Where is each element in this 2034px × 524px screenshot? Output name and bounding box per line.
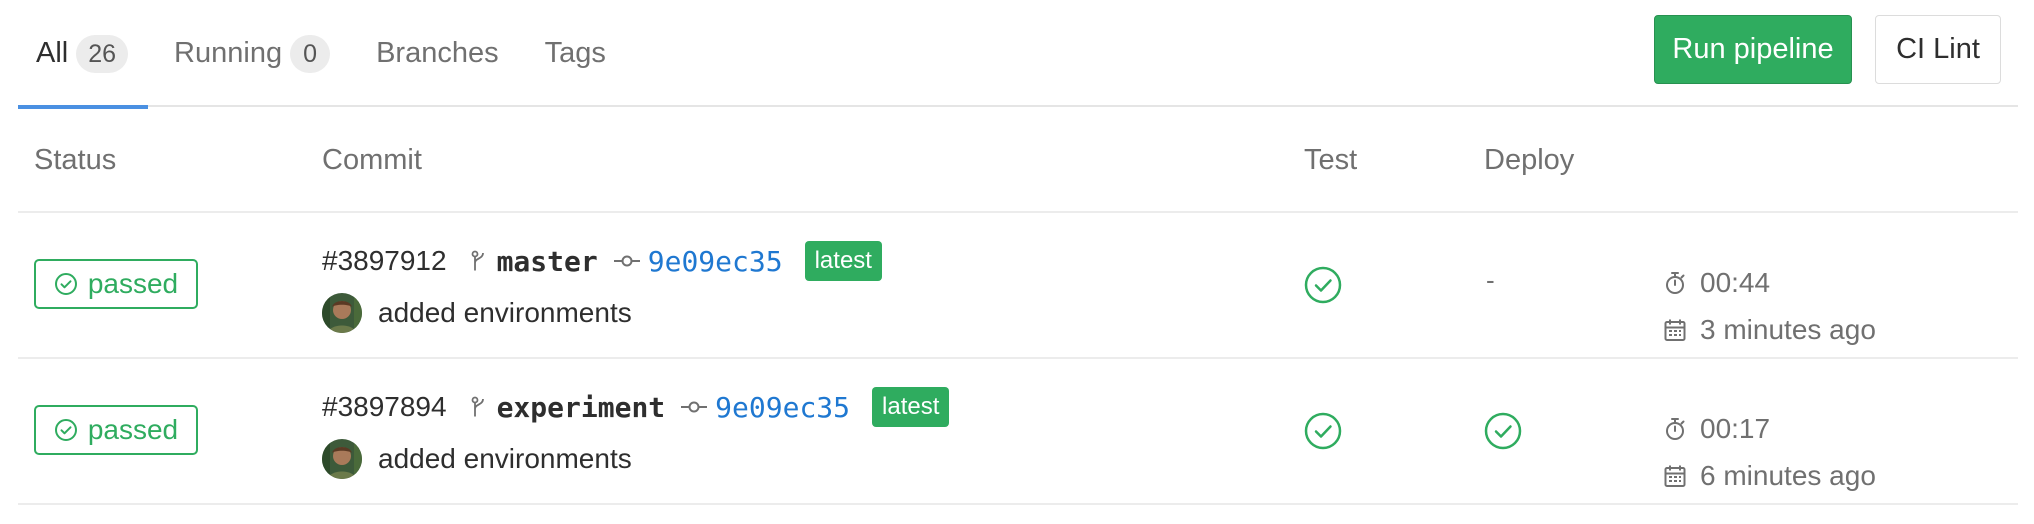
commit-line: #3897912 master 9e09ec35 latest — [322, 239, 882, 283]
stopwatch-icon — [1666, 418, 1685, 440]
test-stage-success-icon[interactable] — [1304, 412, 1342, 450]
commit-message[interactable]: added environments — [378, 443, 632, 475]
branch-link[interactable]: master — [497, 245, 598, 278]
finished-value: 6 minutes ago — [1700, 460, 1876, 491]
tab-tags[interactable]: Tags — [519, 0, 626, 107]
check-circle-icon — [54, 273, 77, 295]
table-header: Status Commit Test Deploy — [18, 107, 2018, 213]
status-badge[interactable]: passed — [34, 259, 198, 309]
latest-badge: latest — [872, 387, 950, 427]
header-commit: Commit — [322, 144, 422, 176]
test-stage-success-icon[interactable] — [1304, 266, 1342, 304]
branch-icon — [471, 396, 484, 417]
branch-link[interactable]: experiment — [497, 391, 666, 424]
finished-value: 3 minutes ago — [1700, 314, 1876, 345]
status-label: passed — [87, 268, 179, 299]
tab-running-label: Running — [174, 37, 283, 69]
run-pipeline-button[interactable]: Run pipeline — [1654, 15, 1852, 84]
tab-branches-label: Branches — [376, 37, 499, 69]
pipeline-id-link[interactable]: #3897894 — [322, 391, 447, 423]
latest-badge: latest — [804, 241, 882, 281]
tab-running[interactable]: Running 0 — [148, 0, 350, 107]
avatar[interactable] — [322, 293, 362, 333]
table-row: passed #3897912 master 9e09ec35 latest a… — [18, 213, 2018, 359]
commit-sha-link[interactable]: 9e09ec35 — [648, 245, 783, 278]
commit-line: #3897894 experiment 9e09ec35 latest — [322, 385, 950, 429]
tabs: All 26 Running 0 Branches Tags — [18, 0, 626, 109]
avatar[interactable] — [322, 439, 362, 479]
stopwatch-icon — [1666, 272, 1685, 294]
tab-all[interactable]: All 26 — [18, 0, 149, 109]
finished-at: 3 minutes ago — [1664, 310, 1876, 350]
tab-tags-label: Tags — [544, 37, 606, 69]
table-row: passed #3897894 experiment 9e09ec35 late… — [18, 359, 2018, 505]
commit-icon — [613, 255, 640, 267]
status-badge[interactable]: passed — [34, 405, 198, 455]
header-deploy: Deploy — [1484, 144, 1575, 176]
tab-running-count: 0 — [290, 34, 331, 73]
commit-message-line: added environments — [322, 437, 632, 481]
tab-branches[interactable]: Branches — [350, 0, 519, 107]
commit-sha-link[interactable]: 9e09ec35 — [715, 391, 850, 424]
commit-message[interactable]: added environments — [378, 297, 632, 329]
commit-message-line: added environments — [322, 291, 632, 335]
deploy-stage-success-icon[interactable] — [1484, 412, 1522, 450]
finished-at: 6 minutes ago — [1664, 456, 1876, 496]
check-circle-icon — [54, 419, 77, 441]
tab-all-label: All — [36, 37, 69, 69]
deploy-stage-empty: - — [1486, 265, 1495, 295]
duration: 00:17 — [1664, 409, 1770, 449]
duration-value: 00:44 — [1700, 267, 1771, 298]
ci-lint-button[interactable]: CI Lint — [1875, 15, 2001, 84]
status-label: passed — [87, 414, 179, 445]
header-status: Status — [34, 144, 117, 176]
branch-icon — [471, 250, 484, 271]
tab-all-count: 26 — [76, 34, 129, 73]
calendar-icon — [1664, 319, 1686, 341]
calendar-icon — [1664, 465, 1686, 487]
commit-icon — [681, 401, 708, 413]
duration: 00:44 — [1664, 263, 1770, 303]
pipeline-id-link[interactable]: #3897912 — [322, 245, 447, 277]
duration-value: 00:17 — [1700, 413, 1771, 444]
header-test: Test — [1304, 144, 1358, 176]
